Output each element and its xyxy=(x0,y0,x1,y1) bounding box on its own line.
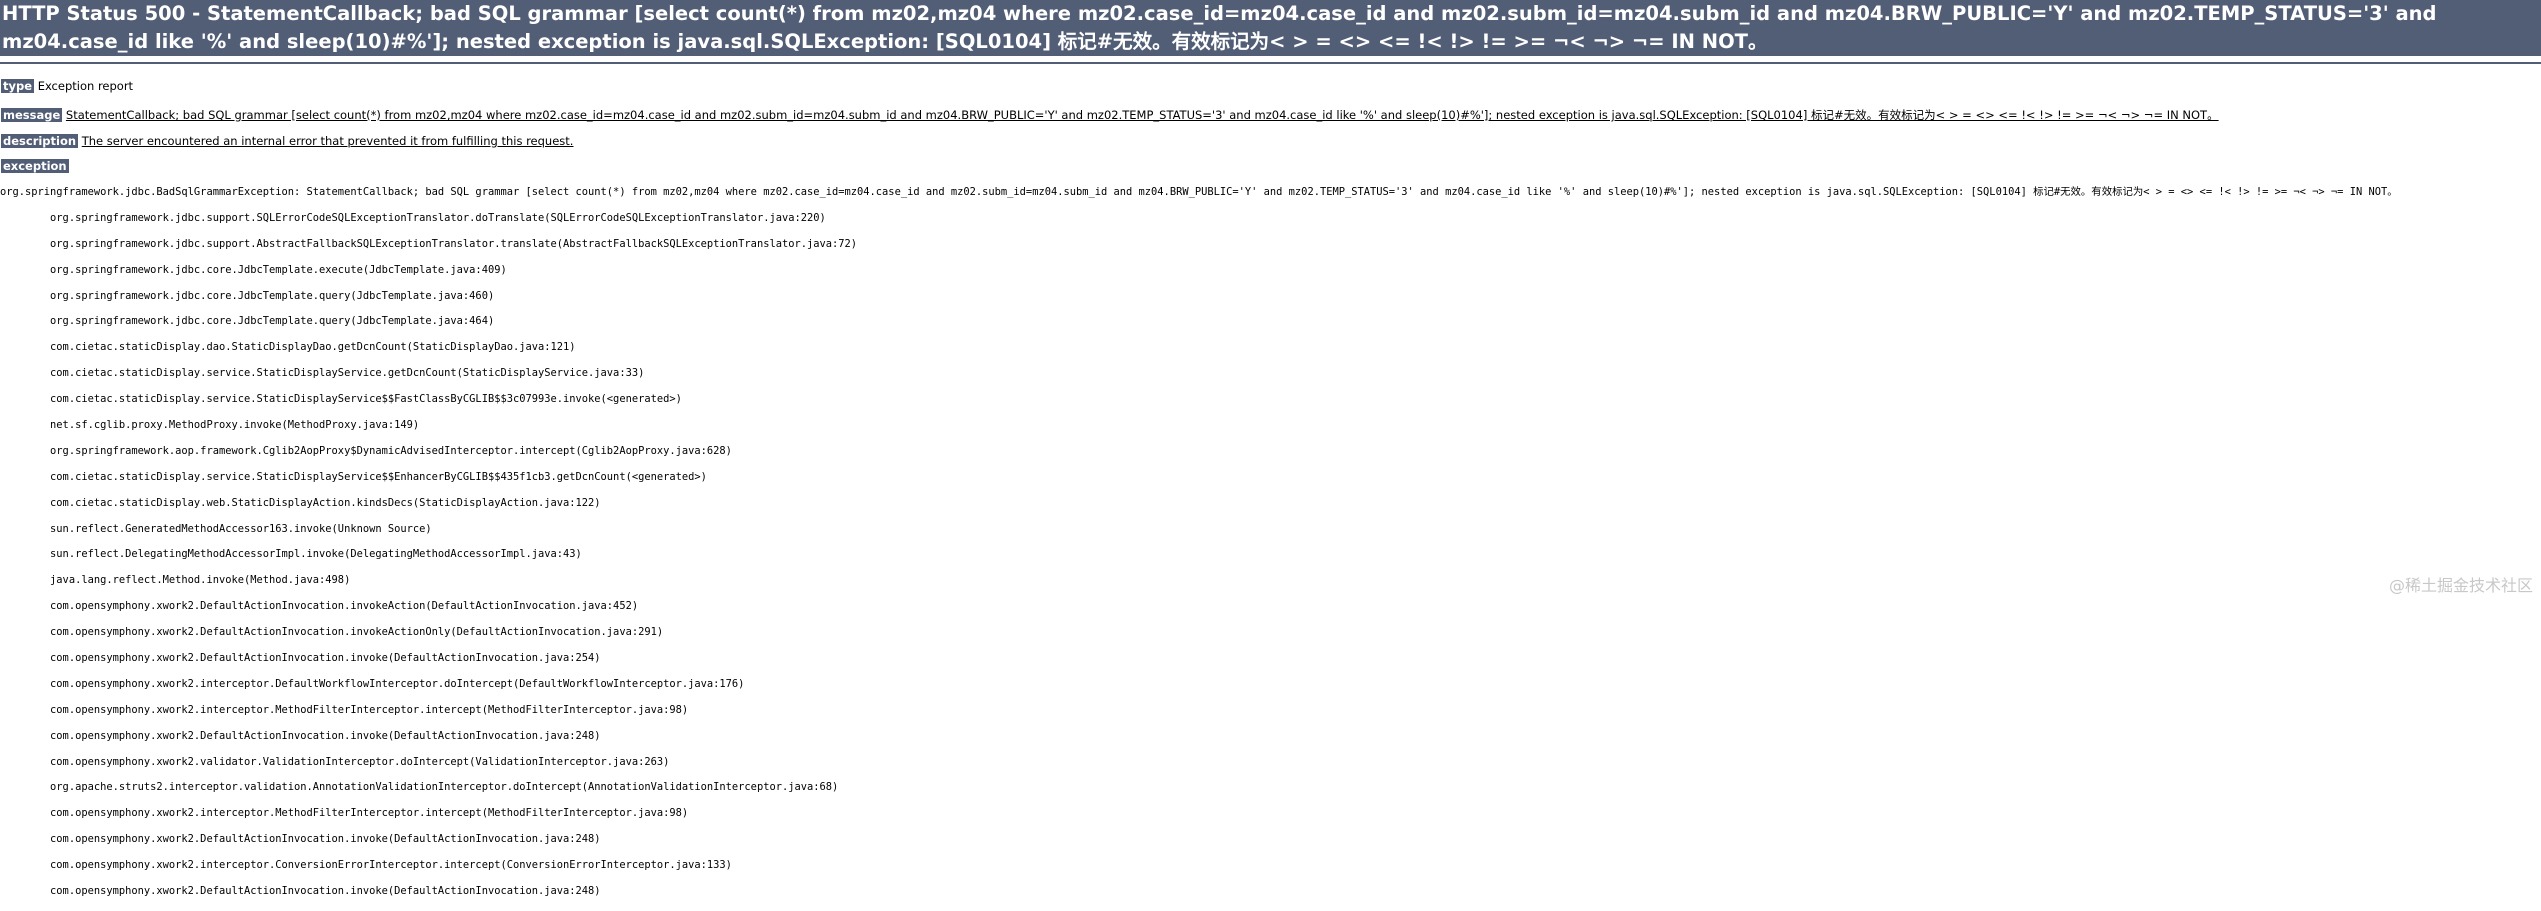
stack-trace-line: com.cietac.staticDisplay.web.StaticDispl… xyxy=(0,496,601,509)
stack-trace-line: com.opensymphony.xwork2.interceptor.Meth… xyxy=(0,703,689,716)
stack-trace-line: sun.reflect.DelegatingMethodAccessorImpl… xyxy=(0,548,582,561)
stack-trace-line: org.springframework.jdbc.core.JdbcTempla… xyxy=(0,315,495,328)
stack-trace-line: com.opensymphony.xwork2.interceptor.Conv… xyxy=(0,859,732,872)
page-title: HTTP Status 500 - StatementCallback; bad… xyxy=(0,0,2541,56)
message-value: StatementCallback; bad SQL grammar [sele… xyxy=(65,108,2219,122)
stack-trace-line: com.cietac.staticDisplay.service.StaticD… xyxy=(0,470,707,483)
type-section: type Exception report xyxy=(0,79,133,93)
stack-trace-line: org.springframework.jdbc.support.SQLErro… xyxy=(0,211,826,224)
description-section: description The server encountered an in… xyxy=(0,134,573,148)
page-title-text: HTTP Status 500 - StatementCallback; bad… xyxy=(2,2,2437,53)
stack-trace-line: com.opensymphony.xwork2.DefaultActionInv… xyxy=(0,729,601,742)
stack-trace-line: com.cietac.staticDisplay.dao.StaticDispl… xyxy=(0,341,576,354)
message-section: message StatementCallback; bad SQL gramm… xyxy=(0,107,2219,123)
stack-trace-line: org.springframework.jdbc.support.Abstrac… xyxy=(0,237,858,250)
description-label: description xyxy=(1,134,79,148)
exception-label: exception xyxy=(1,159,69,173)
stack-trace: org.springframework.jdbc.BadSqlGrammarEx… xyxy=(0,186,2541,911)
stack-trace-line: org.springframework.aop.framework.Cglib2… xyxy=(0,444,732,457)
stack-trace-line: com.opensymphony.xwork2.DefaultActionInv… xyxy=(0,833,601,846)
watermark: @稀土掘金技术社区 xyxy=(2388,576,2533,595)
stack-trace-line: org.springframework.jdbc.BadSqlGrammarEx… xyxy=(0,186,2398,198)
description-value: The server encountered an internal error… xyxy=(81,134,574,148)
divider xyxy=(0,62,2541,64)
stack-trace-line: java.lang.reflect.Method.invoke(Method.j… xyxy=(0,574,351,587)
stack-trace-line: com.opensymphony.xwork2.validator.Valida… xyxy=(0,755,670,768)
stack-trace-line: org.apache.struts2.interceptor.validatio… xyxy=(0,781,839,794)
stack-trace-line: com.opensymphony.xwork2.DefaultActionInv… xyxy=(0,600,639,613)
stack-trace-line: com.cietac.staticDisplay.service.StaticD… xyxy=(0,367,645,380)
stack-trace-line: com.opensymphony.xwork2.DefaultActionInv… xyxy=(0,652,601,665)
stack-trace-line: com.cietac.staticDisplay.service.StaticD… xyxy=(0,393,682,406)
exception-section: exception xyxy=(0,159,69,173)
stack-trace-line: net.sf.cglib.proxy.MethodProxy.invoke(Me… xyxy=(0,419,420,432)
stack-trace-line: org.springframework.jdbc.core.JdbcTempla… xyxy=(0,263,507,276)
type-label: type xyxy=(1,79,35,93)
stack-trace-line: org.springframework.jdbc.core.JdbcTempla… xyxy=(0,289,495,302)
message-label: message xyxy=(1,108,63,122)
stack-trace-line: com.opensymphony.xwork2.DefaultActionInv… xyxy=(0,626,664,639)
stack-trace-line: com.opensymphony.xwork2.interceptor.Meth… xyxy=(0,807,689,820)
stack-trace-line: com.opensymphony.xwork2.DefaultActionInv… xyxy=(0,885,601,898)
type-value: Exception report xyxy=(37,79,134,93)
stack-trace-line: sun.reflect.GeneratedMethodAccessor163.i… xyxy=(0,522,432,535)
stack-trace-line: com.opensymphony.xwork2.interceptor.Defa… xyxy=(0,677,745,690)
